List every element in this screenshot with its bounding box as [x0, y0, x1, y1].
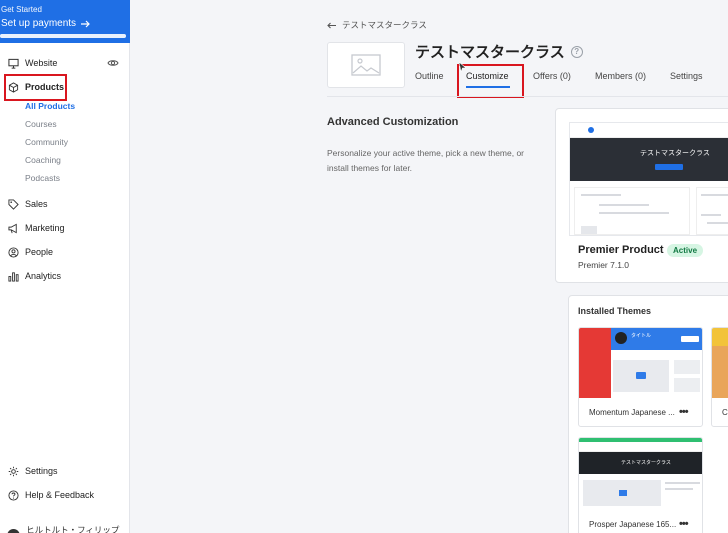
status-badge: Active [667, 244, 704, 257]
sidebar-item-marketing[interactable]: Marketing [0, 218, 65, 238]
sidebar-item-label: People [25, 247, 54, 257]
megaphone-icon [8, 223, 17, 233]
sidebar-item-settings[interactable]: Settings [0, 461, 58, 481]
theme-preview [712, 328, 728, 398]
preview-hero-title: テストマスタークラス [640, 150, 710, 157]
theme-card-momentum[interactable]: タイトル Momentum Japanese ... ••• [578, 327, 703, 427]
theme-preview: テストマスタークラス [579, 438, 702, 508]
sidebar-item-people[interactable]: People [0, 242, 53, 262]
preview-topbar [570, 123, 728, 138]
theme-card-prosper[interactable]: テストマスタークラス Prosper Japanese 165... ••• [578, 437, 703, 533]
preview-body [574, 187, 690, 235]
sidebar-item-label: Website [25, 58, 58, 68]
sidebar-item-help[interactable]: Help & Feedback [0, 485, 94, 505]
page-title: テストマスタークラス ? [415, 41, 583, 62]
help-circle-icon [8, 489, 19, 501]
installed-themes-title: Installed Themes [578, 306, 652, 316]
sidebar-item-label: Analytics [25, 271, 62, 281]
back-link-label: テストマスタークラス [342, 20, 427, 30]
theme-card-co[interactable]: Co [711, 327, 728, 427]
mouse-cursor-icon [459, 62, 467, 72]
theme-name: Momentum Japanese ... [589, 408, 675, 417]
bar-chart-icon [8, 271, 19, 282]
page-title-text: テストマスタークラス [415, 44, 565, 61]
preview-hero-button [655, 164, 683, 170]
tab-outline[interactable]: Outline [415, 71, 444, 81]
back-link[interactable]: テストマスタークラス [327, 19, 427, 31]
header-divider [327, 96, 728, 97]
person-circle-icon [8, 246, 19, 258]
more-options-icon[interactable]: ••• [679, 518, 689, 530]
sidebar-item-analytics[interactable]: Analytics [0, 266, 61, 286]
products-highlight-box [4, 74, 67, 101]
sidebar-item-sales[interactable]: Sales [0, 194, 48, 214]
sidebar-subitem-community[interactable]: Community [25, 137, 68, 147]
sidebar-subitem-podcasts[interactable]: Podcasts [25, 173, 60, 183]
tab-members[interactable]: Members (0) [595, 71, 646, 81]
logo-dot-icon [588, 127, 594, 133]
user-menu[interactable]: ヒルトルト・フィリップ太… [7, 524, 129, 533]
sidebar-subitem-all-products[interactable]: All Products [25, 101, 75, 111]
customize-highlight-box [457, 64, 524, 98]
sidebar-item-website[interactable]: Website [0, 53, 57, 73]
sidebar-subitem-coaching[interactable]: Coaching [25, 155, 61, 165]
active-theme-card: テストマスタークラス [555, 108, 728, 283]
theme-preview-title: タイトル [631, 333, 652, 339]
image-placeholder-icon [351, 54, 381, 76]
user-name: ヒルトルト・フィリップ太… [26, 525, 120, 533]
sidebar: Get Started Set up payments Website Prod… [0, 0, 130, 533]
arrow-left-icon [327, 22, 336, 28]
product-thumbnail[interactable] [327, 42, 405, 88]
more-options-icon[interactable]: ••• [679, 406, 689, 418]
banner-title-text: Set up payments [1, 18, 77, 29]
theme-preview-title: テストマスタークラス [621, 460, 671, 466]
section-title: Advanced Customization [327, 116, 459, 128]
sidebar-item-label: Sales [25, 199, 48, 209]
section-description: Personalize your active theme, pick a ne… [327, 148, 525, 173]
help-icon[interactable]: ? [570, 45, 583, 58]
preview-hero: テストマスタークラス [570, 138, 728, 181]
theme-name: Prosper Japanese 165... [589, 520, 677, 529]
sidebar-item-label: Marketing [25, 223, 65, 233]
sidebar-item-label: Help & Feedback [25, 490, 95, 500]
avatar [7, 529, 21, 533]
banner-title: Set up payments [1, 18, 130, 29]
monitor-icon [8, 58, 19, 69]
arrow-right-icon [81, 20, 90, 27]
theme-name: Co [722, 408, 728, 417]
tab-settings[interactable]: Settings [670, 71, 703, 81]
tab-offers[interactable]: Offers (0) [533, 71, 571, 81]
theme-preview: タイトル [579, 328, 702, 398]
setup-progress-bar [0, 34, 126, 38]
setup-payments-banner[interactable]: Get Started Set up payments [0, 0, 130, 43]
banner-subtitle: Get Started [1, 5, 42, 14]
gear-icon [8, 466, 19, 476]
sidebar-item-label: Settings [25, 466, 58, 476]
active-theme-name: Premier Product [578, 244, 664, 256]
sidebar-subitem-courses[interactable]: Courses [25, 119, 57, 129]
tag-icon [8, 198, 19, 210]
active-theme-preview[interactable]: テストマスタークラス [569, 122, 728, 236]
eye-icon[interactable] [107, 58, 119, 68]
active-theme-version: Premier 7.1.0 [578, 260, 630, 270]
preview-sidebar [696, 187, 728, 235]
